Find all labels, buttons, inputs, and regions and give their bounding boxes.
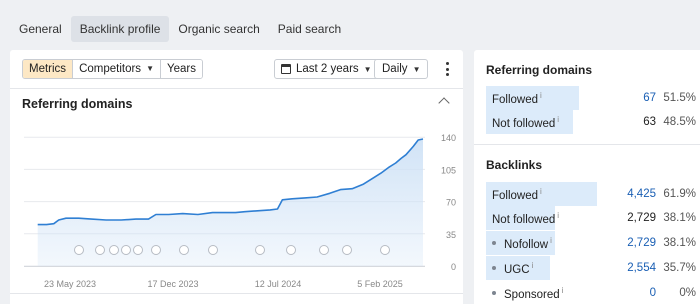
backlinks-heading: Backlinks [486,158,543,172]
metrics-button[interactable]: Metrics [23,60,73,78]
metrics-label: Metrics [29,63,67,75]
tab-paid-search[interactable]: Paid search [269,16,350,42]
referring-domains-chart: 0 35 70 105 140 23 May 2023 17 Dec 2023 12 Jul … [24,133,456,289]
row-percent: 48.5% [663,116,696,128]
competitors-dropdown[interactable]: Competitors ▼ [72,60,160,78]
x-tick-label: 12 Jul 2024 [255,279,302,289]
date-range-dropdown[interactable]: Last 2 years ▼ [274,59,379,79]
event-marker [286,245,296,255]
event-marker [121,245,131,255]
info-icon: i [557,114,560,124]
event-marker [109,245,119,255]
info-icon: i [561,285,564,295]
x-tick-label: 17 Dec 2023 [147,279,198,289]
competitors-label: Competitors [79,63,142,75]
bullet-icon [492,241,496,245]
event-marker [95,245,105,255]
y-tick-label: 70 [446,198,456,208]
row-label: UGC i [504,260,534,276]
caret-down-icon: ▼ [412,64,421,74]
backlinks-row-not-followed[interactable]: Not followed i 2,729 38.1% [486,206,696,230]
report-tabs: General Backlink profile Organic search … [10,16,350,42]
backlinks-row-nofollow[interactable]: Nofollow i 2,729 38.1% [486,231,696,255]
tab-general[interactable]: General [10,16,71,42]
event-marker [319,245,329,255]
bullet-icon [492,266,496,270]
event-marker [74,245,84,255]
granularity-dropdown[interactable]: Daily ▼ [374,59,429,79]
view-mode-segmented: Metrics Competitors ▼ Years [22,59,203,79]
x-tick-label: 5 Feb 2025 [357,279,403,289]
caret-down-icon: ▼ [146,64,154,73]
info-icon: i [550,235,552,245]
row-value[interactable]: 67 [643,92,656,104]
summary-panel: Referring domains Followed i 67 51.5% Not… [474,50,700,304]
caret-down-icon: ▼ [363,64,372,74]
referring-row-followed[interactable]: Followed i 67 51.5% [486,86,696,110]
row-value[interactable]: 0 [650,287,656,299]
event-marker [255,245,265,255]
referring-domains-heading: Referring domains [486,63,593,77]
row-value[interactable]: 2,554 [627,262,656,274]
date-range-label: Last 2 years [296,63,359,75]
backlinks-row-sponsored[interactable]: Sponsored i 0 0% [486,281,696,304]
tab-backlink-profile[interactable]: Backlink profile [70,16,170,42]
y-tick-label: 140 [441,133,456,143]
chevron-up-icon[interactable] [438,97,450,109]
event-marker [151,245,161,255]
y-tick-label: 0 [451,262,456,272]
event-marker [208,245,218,255]
row-percent: 61.9% [663,188,696,200]
panel-bottom-divider [10,293,463,294]
info-icon: i [540,186,542,196]
info-icon: i [540,90,542,100]
row-value[interactable]: 2,729 [627,237,656,249]
row-percent: 38.1% [663,212,696,224]
granularity-label: Daily [382,63,408,75]
backlinks-row-followed[interactable]: Followed i 4,425 61.9% [486,182,696,206]
bullet-icon [492,291,496,295]
calendar-icon [281,64,291,74]
row-percent: 35.7% [663,262,696,274]
x-tick-label: 23 May 2023 [44,279,96,289]
row-label: Not followed i [492,210,560,226]
info-icon: i [531,260,534,270]
event-marker [133,245,143,255]
row-percent: 38.1% [663,237,696,249]
row-label: Followed i [492,186,542,202]
row-label: Followed i [492,90,542,106]
row-value: 2,729 [627,212,656,224]
years-button[interactable]: Years [159,60,202,78]
event-marker [380,245,390,255]
chart-toolbar: Metrics Competitors ▼ Years Last 2 years … [22,59,451,79]
more-options-icon[interactable] [445,62,449,76]
chart-panel: Metrics Competitors ▼ Years Last 2 years … [10,50,463,304]
tab-organic-search[interactable]: Organic search [169,16,268,42]
section-divider [474,144,700,145]
toolbar-divider [10,88,463,89]
row-label: Nofollow i [504,235,552,251]
backlinks-row-ugc[interactable]: UGC i 2,554 35.7% [486,256,696,280]
row-value: 63 [643,116,656,128]
y-tick-label: 105 [441,165,456,175]
info-icon: i [557,210,560,220]
series-area [37,139,423,266]
chart-title: Referring domains [22,97,133,111]
row-percent: 51.5% [663,92,696,104]
y-tick-label: 35 [446,230,456,240]
row-label: Not followed i [492,114,560,130]
row-value[interactable]: 4,425 [627,188,656,200]
event-marker [342,245,352,255]
event-marker [179,245,189,255]
row-label: Sponsored i [504,285,564,301]
years-label: Years [166,63,196,75]
referring-row-not-followed[interactable]: Not followed i 63 48.5% [486,110,696,134]
row-percent: 0% [679,287,696,299]
